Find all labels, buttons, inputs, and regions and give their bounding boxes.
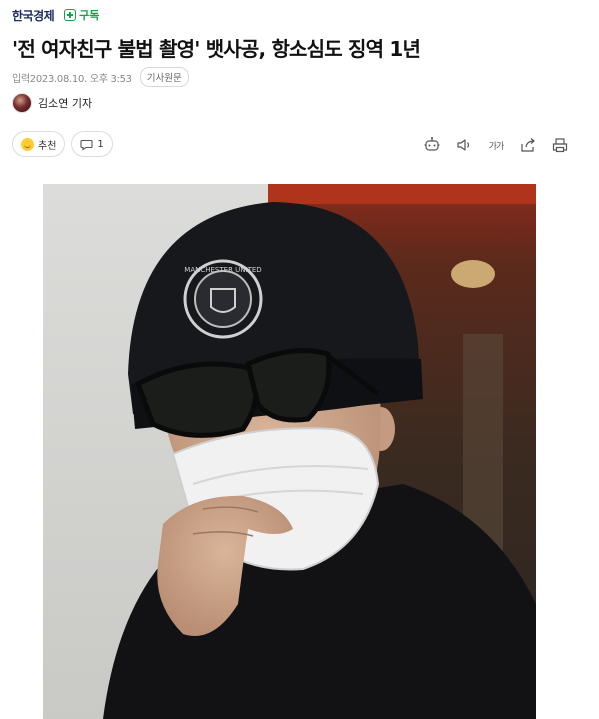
- font-size-icon: 가가: [488, 141, 505, 152]
- cap-logo-text: MANCHESTER UNITED: [184, 266, 261, 274]
- comment-button[interactable]: 1: [71, 131, 113, 157]
- share-button[interactable]: [519, 136, 537, 154]
- top-bar: 한국경제 구독: [12, 6, 99, 24]
- publisher-logo[interactable]: 한국경제: [12, 7, 55, 24]
- avatar: [12, 93, 32, 113]
- subscribe-label: 구독: [79, 9, 100, 22]
- speaker-icon: [457, 139, 470, 151]
- comment-icon: [80, 139, 93, 151]
- font-size-button[interactable]: 가가: [487, 136, 505, 154]
- print-icon: [552, 138, 568, 153]
- print-button[interactable]: [551, 136, 569, 154]
- summary-robot-icon: [424, 137, 440, 151]
- subscribe-button[interactable]: 구독: [64, 7, 99, 23]
- smile-icon: [21, 137, 34, 151]
- reaction-bar: 추천 1: [12, 131, 113, 157]
- comment-count: 1: [97, 138, 104, 150]
- recommend-button[interactable]: 추천: [12, 131, 66, 157]
- plus-icon: [64, 9, 77, 21]
- article-headline: '전 여자친구 불법 촬영' 뱃사공, 항소심도 징역 1년: [12, 37, 421, 61]
- publish-date: 입력2023.08.10. 오후 3:53: [12, 73, 132, 85]
- article-meta: 입력2023.08.10. 오후 3:53 기사원문: [12, 67, 189, 87]
- original-article-button[interactable]: 기사원문: [139, 67, 189, 87]
- recommend-label: 추천: [38, 140, 57, 152]
- listen-button[interactable]: [455, 136, 473, 154]
- reporter-byline[interactable]: 김소연 기자: [12, 93, 92, 113]
- person-photo-illustration: MANCHESTER UNITED: [43, 184, 536, 719]
- article-photo: MANCHESTER UNITED: [43, 184, 536, 719]
- reporter-name: 김소연 기자: [38, 97, 93, 110]
- summary-button[interactable]: [423, 136, 441, 154]
- share-icon: [521, 138, 535, 152]
- article-tools: 가가: [423, 136, 569, 154]
